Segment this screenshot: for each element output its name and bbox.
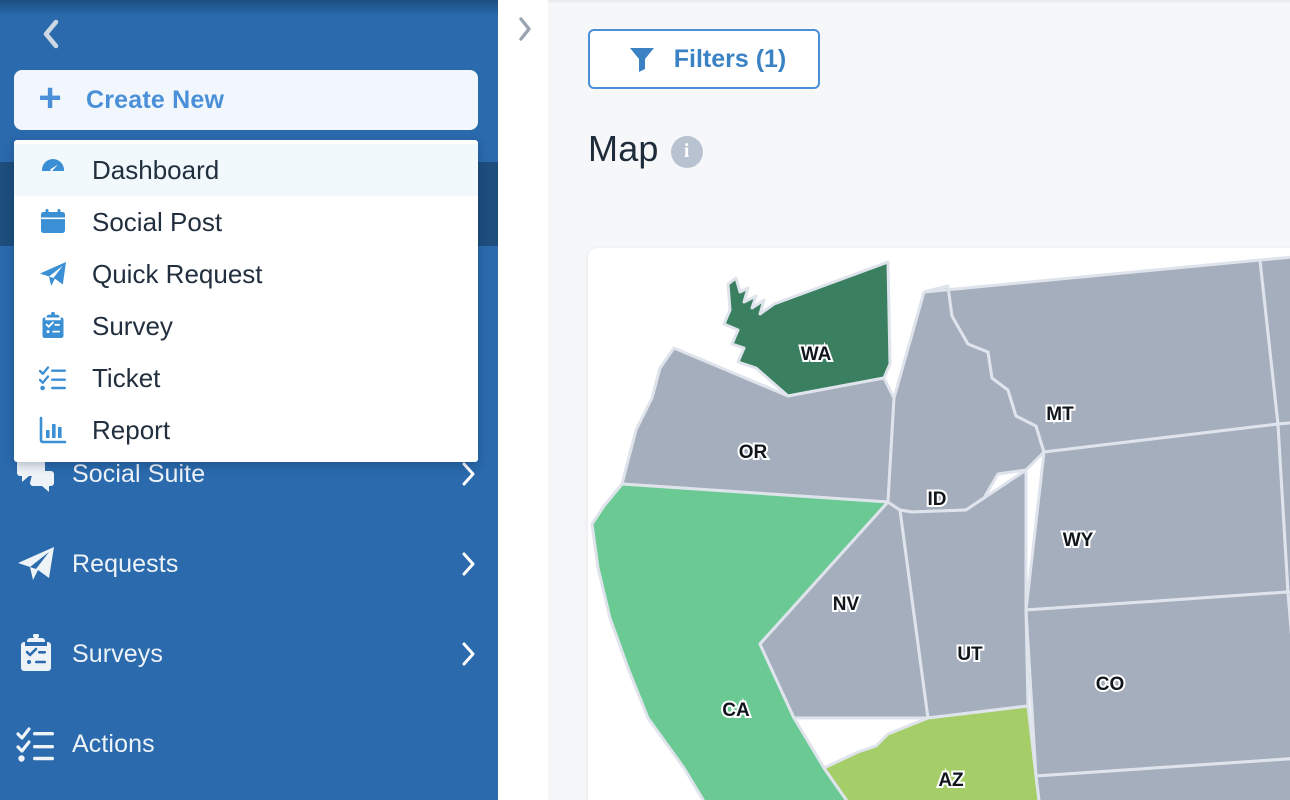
- sidebar-item-label: Social Suite: [72, 459, 206, 488]
- checklist-icon: [14, 364, 92, 392]
- sidebar-item-label: Actions: [72, 729, 155, 758]
- sidebar-item-actions[interactable]: Actions: [0, 713, 498, 775]
- clipboard-check-icon: [14, 312, 92, 340]
- sidebar-expand-button[interactable]: [512, 12, 538, 46]
- dropdown-item-label: Survey: [92, 310, 173, 341]
- dropdown-item-label: Quick Request: [92, 258, 263, 289]
- map-label-CA: CA: [722, 700, 750, 721]
- info-icon[interactable]: i: [670, 135, 703, 168]
- gauge-icon: [14, 156, 92, 184]
- map-label-ID: ID: [928, 489, 947, 510]
- sidebar-rail: [498, 0, 548, 800]
- paper-plane-icon: [14, 260, 92, 288]
- map-label-WA: WA: [801, 344, 832, 365]
- main-top-shadow: [548, 0, 1290, 4]
- app-window: Social Suite Requests Surveys Actions + …: [0, 0, 1290, 800]
- map-label-MT: MT: [1046, 404, 1074, 425]
- chevron-right-icon: [438, 462, 498, 486]
- map-card: WA OR CA NV ID MT WY UT CO AZ: [588, 248, 1290, 800]
- dropdown-item-social-post[interactable]: Social Post: [14, 196, 478, 248]
- map-label-WY: WY: [1063, 530, 1094, 551]
- dropdown-item-ticket[interactable]: Ticket: [14, 352, 478, 404]
- chevron-left-icon: [43, 19, 59, 49]
- chevron-right-icon: [438, 552, 498, 576]
- sidebar-item-surveys[interactable]: Surveys: [0, 623, 498, 685]
- dropdown-item-dashboard[interactable]: Dashboard: [14, 144, 478, 196]
- dropdown-item-report[interactable]: Report: [14, 404, 478, 456]
- create-new-dropdown: Dashboard Social Post Quick Request Surv…: [14, 140, 478, 462]
- calendar-icon: [14, 208, 92, 236]
- map-label-CO: CO: [1096, 674, 1125, 695]
- create-new-label: Create New: [86, 85, 225, 114]
- create-new-button[interactable]: + Create New: [14, 70, 478, 130]
- dropdown-item-label: Ticket: [92, 362, 161, 393]
- dropdown-item-label: Dashboard: [92, 154, 220, 185]
- sidebar-item-label: Requests: [72, 549, 179, 578]
- checklist-icon: [0, 724, 72, 764]
- sidebar-item-requests[interactable]: Requests: [0, 533, 498, 595]
- dropdown-item-survey[interactable]: Survey: [14, 300, 478, 352]
- map-title-row: Map i: [588, 128, 703, 170]
- map-label-NV: NV: [833, 594, 860, 615]
- clipboard-check-icon: [0, 634, 72, 674]
- chevron-right-icon: [519, 17, 531, 41]
- filters-button[interactable]: Filters (1): [588, 29, 820, 89]
- map-state-CO[interactable]: [1024, 590, 1290, 778]
- us-west-map[interactable]: WA OR CA NV ID MT WY UT CO AZ: [588, 248, 1290, 800]
- paper-plane-icon: [0, 544, 72, 584]
- dropdown-item-quick-request[interactable]: Quick Request: [14, 248, 478, 300]
- main-content: Filters (1) Map i WA OR CA NV ID MT WY U…: [548, 0, 1290, 800]
- map-label-AZ: AZ: [938, 770, 964, 791]
- chevron-right-icon: [438, 642, 498, 666]
- sidebar-item-label: Surveys: [72, 639, 164, 668]
- map-state-AZ[interactable]: [822, 704, 1041, 800]
- funnel-icon: [622, 46, 662, 72]
- sidebar: Social Suite Requests Surveys Actions + …: [0, 0, 498, 800]
- map-state-WY[interactable]: [1024, 422, 1290, 612]
- map-label-UT: UT: [957, 644, 983, 665]
- dropdown-item-label: Report: [92, 414, 171, 445]
- bar-chart-icon: [14, 416, 92, 444]
- dropdown-item-label: Social Post: [92, 206, 223, 237]
- map-label-OR: OR: [739, 442, 768, 463]
- sidebar-top-gradient: [0, 0, 498, 16]
- plus-icon: +: [38, 76, 62, 120]
- sidebar-collapse-button[interactable]: [30, 12, 72, 56]
- filters-label: Filters (1): [673, 44, 787, 73]
- map-state-WA[interactable]: [722, 260, 892, 398]
- page-title: Map: [588, 128, 659, 169]
